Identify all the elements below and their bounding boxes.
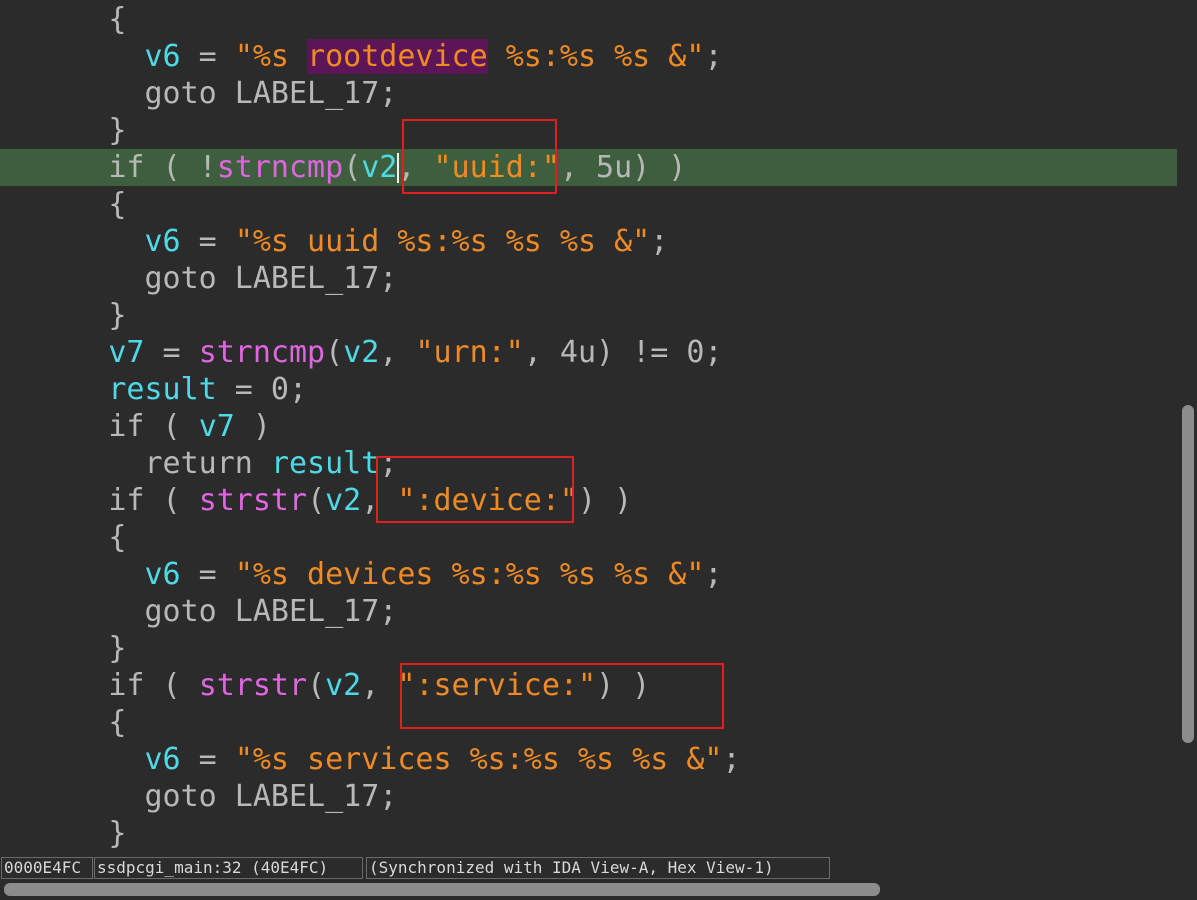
code-token: } xyxy=(108,113,127,148)
code-token: if ( ! xyxy=(108,150,217,185)
status-address: 0000E4FC xyxy=(1,857,93,879)
status-bar: 0000E4FC ssdpcgi_main:32 (40E4FC) (Synch… xyxy=(0,855,1197,881)
code-token: ; xyxy=(650,224,669,259)
code-token: v7 xyxy=(198,409,235,444)
code-token: , 5u) ) xyxy=(559,150,687,185)
status-sync: (Synchronized with IDA View-A, Hex View-… xyxy=(366,857,830,879)
code-token: "%s services %s:%s %s %s &" xyxy=(234,742,723,777)
code-line[interactable]: return result; xyxy=(0,445,1177,482)
code-token: , 4u) != 0; xyxy=(523,335,723,370)
annotation-box-uuid xyxy=(402,119,557,194)
code-token: if ( xyxy=(108,668,199,703)
code-token: { xyxy=(108,187,127,222)
code-token: ; xyxy=(704,39,723,74)
code-token: v2 xyxy=(325,483,362,518)
code-line[interactable]: } xyxy=(0,630,1177,667)
code-line[interactable]: goto LABEL_17; xyxy=(0,75,1177,112)
code-token: ; xyxy=(722,742,741,777)
code-token: result xyxy=(108,372,217,407)
code-line[interactable]: if ( strstr(v2, ":device:") ) xyxy=(0,482,1177,519)
code-token: ( xyxy=(307,483,326,518)
code-token: { xyxy=(108,520,127,555)
code-token: goto LABEL_17; xyxy=(144,594,398,629)
code-token: strncmp xyxy=(216,150,344,185)
code-token: v6 xyxy=(144,39,181,74)
code-line[interactable]: { xyxy=(0,1,1177,38)
code-token: , xyxy=(379,335,416,370)
code-token: strstr xyxy=(198,668,308,703)
code-token: , xyxy=(361,668,398,703)
code-token: ( xyxy=(307,668,326,703)
code-line[interactable]: if ( v7 ) xyxy=(0,408,1177,445)
code-token: rootdevice xyxy=(307,39,488,74)
code-line[interactable]: } xyxy=(0,815,1177,852)
code-token: = xyxy=(180,742,235,777)
code-token: v7 xyxy=(108,335,145,370)
code-token: ; xyxy=(704,557,723,592)
status-location: ssdpcgi_main:32 (40E4FC) xyxy=(94,857,363,879)
code-token: return xyxy=(144,446,271,481)
code-line[interactable]: v6 = "%s rootdevice %s:%s %s &"; xyxy=(0,38,1177,75)
code-token: goto LABEL_17; xyxy=(144,779,398,814)
code-token: "urn:" xyxy=(415,335,524,370)
code-line[interactable]: goto LABEL_17; xyxy=(0,778,1177,815)
code-line[interactable]: { xyxy=(0,186,1177,223)
code-line[interactable]: v6 = "%s services %s:%s %s %s &"; xyxy=(0,741,1177,778)
code-token: ( xyxy=(343,150,362,185)
code-token: = 0; xyxy=(216,372,308,407)
code-token: "%s xyxy=(234,39,308,74)
code-line[interactable]: v6 = "%s uuid %s:%s %s %s &"; xyxy=(0,223,1177,260)
code-token: if ( xyxy=(108,409,199,444)
code-token: goto LABEL_17; xyxy=(144,261,398,296)
code-token: v2 xyxy=(343,335,380,370)
code-token: ) xyxy=(234,409,271,444)
code-line[interactable]: } xyxy=(0,112,1177,149)
code-token: = xyxy=(180,39,235,74)
code-token: "%s devices %s:%s %s %s &" xyxy=(234,557,705,592)
code-token: v2 xyxy=(361,150,398,185)
code-token: = xyxy=(180,224,235,259)
code-line-current[interactable]: if ( !strncmp(v2, "uuid:", 5u) ) xyxy=(0,149,1177,186)
code-line[interactable]: result = 0; xyxy=(0,371,1177,408)
code-line[interactable]: goto LABEL_17; xyxy=(0,260,1177,297)
code-line[interactable]: v6 = "%s devices %s:%s %s %s &"; xyxy=(0,556,1177,593)
code-token: ) ) xyxy=(578,483,633,518)
code-line[interactable]: v7 = strncmp(v2, "urn:", 4u) != 0; xyxy=(0,334,1177,371)
code-token: "%s uuid %s:%s %s %s &" xyxy=(234,224,651,259)
code-token: { xyxy=(108,705,127,740)
text-cursor xyxy=(397,153,399,183)
code-token: result xyxy=(270,446,380,481)
code-line[interactable]: { xyxy=(0,519,1177,556)
code-token: goto LABEL_17; xyxy=(144,76,398,111)
code-line[interactable]: goto LABEL_17; xyxy=(0,593,1177,630)
horizontal-scrollbar-thumb[interactable] xyxy=(4,883,880,896)
code-line[interactable]: } xyxy=(0,297,1177,334)
code-token: = xyxy=(144,335,199,370)
code-token: } xyxy=(108,298,127,333)
code-token: strstr xyxy=(198,483,308,518)
code-token: ( xyxy=(325,335,344,370)
code-token: v2 xyxy=(325,668,362,703)
code-token: strncmp xyxy=(198,335,326,370)
code-token: } xyxy=(108,816,127,851)
code-token: { xyxy=(108,2,127,37)
code-token: %s:%s %s &" xyxy=(487,39,705,74)
vertical-scrollbar-thumb[interactable] xyxy=(1182,405,1194,743)
code-token: = xyxy=(180,557,235,592)
code-token: v6 xyxy=(144,224,181,259)
code-token: } xyxy=(108,631,127,666)
annotation-box-device xyxy=(376,456,574,523)
code-token: v6 xyxy=(144,742,181,777)
code-token: v6 xyxy=(144,557,181,592)
code-token: if ( xyxy=(108,483,199,518)
annotation-box-service xyxy=(400,663,724,729)
